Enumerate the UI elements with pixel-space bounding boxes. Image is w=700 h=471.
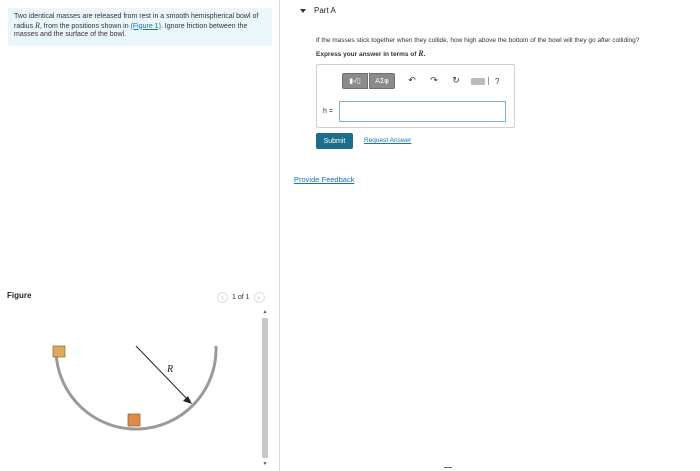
greek-symbols-button[interactable]: ΑΣφ xyxy=(369,73,395,89)
math-toolbar: ▮√▯ ΑΣφ ↶ ↷ ↻ ? xyxy=(342,73,499,89)
undo-icon[interactable]: ↶ xyxy=(407,76,417,86)
scroll-up-icon[interactable]: ▲ xyxy=(261,308,269,316)
figure-scrollbar[interactable]: ▲ ▼ xyxy=(261,308,269,468)
bowl-figure: R xyxy=(52,345,218,431)
templates-button[interactable]: ▮√▯ xyxy=(342,73,368,89)
toolbar-separator xyxy=(488,77,489,85)
answer-box: ▮√▯ ΑΣφ ↶ ↷ ↻ ? h = xyxy=(316,64,515,128)
mass-left xyxy=(52,345,66,358)
part-title: Part A xyxy=(314,6,336,15)
figure-link[interactable]: (Figure 1) xyxy=(131,23,161,30)
figure-label: Figure xyxy=(7,291,32,300)
radius-arrowhead xyxy=(183,396,192,404)
redo-icon[interactable]: ↷ xyxy=(429,76,439,86)
scroll-thumb[interactable] xyxy=(262,318,268,458)
radius-label: R xyxy=(166,364,173,375)
help-icon[interactable]: ? xyxy=(495,77,499,86)
variable-label: h = xyxy=(323,108,333,115)
keyboard-icon[interactable] xyxy=(471,77,485,85)
radius-arrow xyxy=(135,345,191,403)
submit-button[interactable]: Submit xyxy=(316,133,353,149)
figure-pager: ‹ 1 of 1 › xyxy=(217,291,265,303)
part-header[interactable]: Part A xyxy=(300,6,336,15)
mass-bottom xyxy=(127,413,141,427)
answer-input[interactable] xyxy=(339,101,506,122)
instruction-text: Express your answer in terms of R. xyxy=(316,49,425,58)
problem-statement: Two identical masses are released from r… xyxy=(8,8,272,46)
question-text: If the masses stick together when they c… xyxy=(316,37,640,44)
reset-icon[interactable]: ↻ xyxy=(451,76,461,86)
request-answer-link[interactable]: Request Answer xyxy=(364,137,411,144)
pane-divider xyxy=(279,0,280,471)
collapse-triangle-icon[interactable] xyxy=(300,8,306,13)
chevron-left-icon[interactable]: ‹ xyxy=(217,291,228,303)
instruction-suffix: . xyxy=(423,51,426,58)
problem-text-mid: , from the positions shown in xyxy=(39,22,131,30)
instruction-prefix: Express your answer in terms of xyxy=(316,51,419,58)
provide-feedback-link[interactable]: Provide Feedback xyxy=(294,175,354,184)
scroll-down-icon[interactable]: ▼ xyxy=(261,460,269,468)
chevron-right-icon[interactable]: › xyxy=(253,291,265,303)
bottom-divider-mark xyxy=(444,467,452,468)
pager-text: 1 of 1 xyxy=(232,293,250,301)
